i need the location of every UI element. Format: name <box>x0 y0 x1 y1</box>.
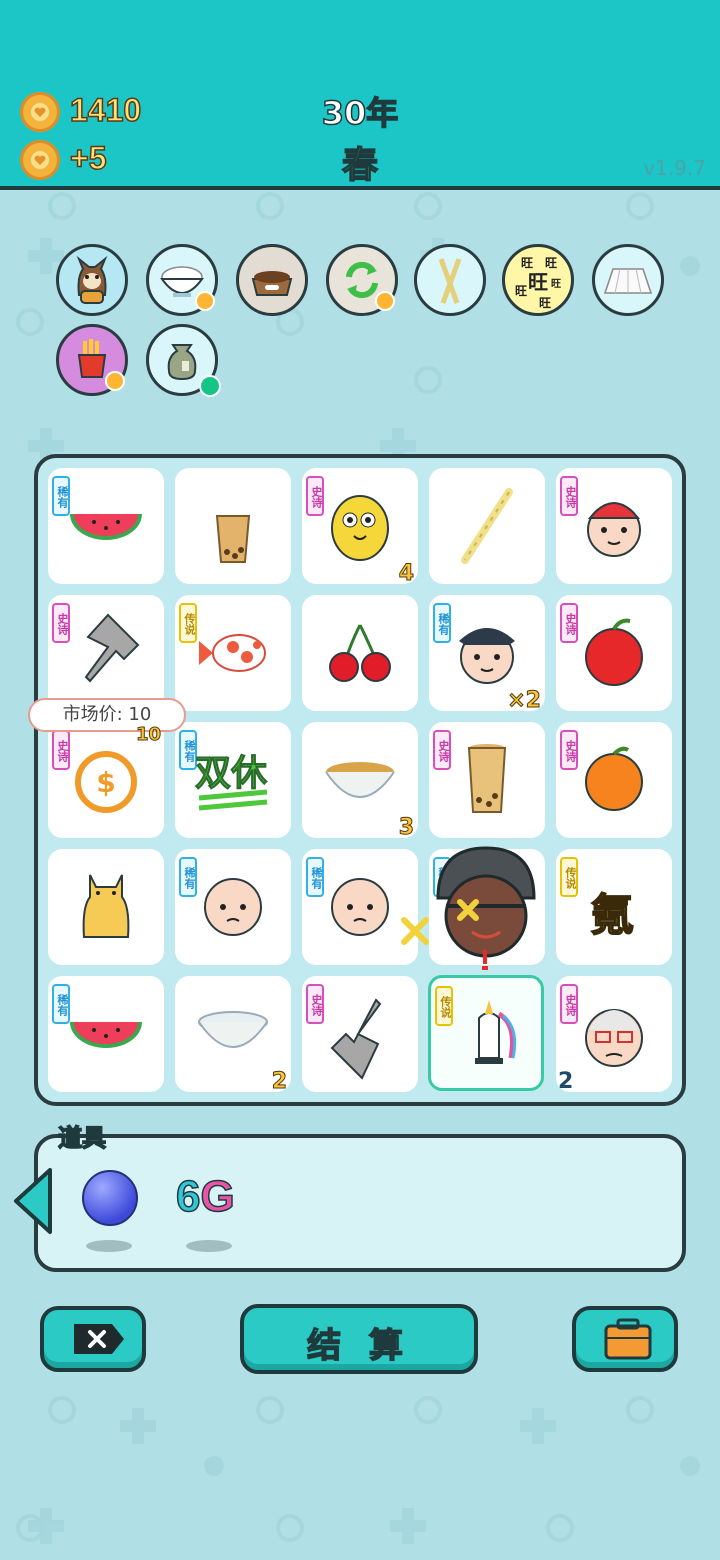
thief-character[interactable] <box>424 846 548 976</box>
svg-text:旺: 旺 <box>528 270 548 294</box>
board-cell-bubble-tea-tall[interactable]: 史诗 <box>429 722 545 838</box>
french-fries-icon[interactable] <box>56 324 128 396</box>
koi-fish-icon <box>199 634 266 672</box>
coin-refund-count: 10 <box>135 724 162 746</box>
board-cell-empty-bowl[interactable]: 2 <box>175 976 291 1095</box>
rarity-tag: 传说 <box>560 857 578 897</box>
briefcase-button[interactable] <box>572 1306 678 1372</box>
grandpa-icon <box>585 1009 643 1067</box>
item-count: 2 <box>558 1069 574 1094</box>
board-cell-orange[interactable]: 史诗 <box>556 722 672 838</box>
svg-text:旺: 旺 <box>521 256 533 270</box>
market-price-tooltip: 市场价: 10 <box>28 698 186 732</box>
shiba-dog-icon[interactable] <box>56 244 128 316</box>
board-cell-bald-man[interactable]: 稀有 <box>175 849 291 965</box>
close-icon <box>74 1324 124 1354</box>
trash-bag-icon[interactable] <box>146 324 221 397</box>
refresh-icon[interactable] <box>326 244 398 316</box>
bubble-tea-cup-icon <box>215 515 251 563</box>
pointing-hand-icon <box>330 998 382 1080</box>
pleated-skirt-icon[interactable] <box>592 244 664 316</box>
upgrade-badge <box>195 291 215 311</box>
version-label: v1.9.7 <box>643 156 706 180</box>
cherry-icon <box>329 624 391 682</box>
bubble-tea-tall-icon <box>467 744 507 813</box>
board-cell-soup-bowl[interactable]: 3 <box>302 722 418 841</box>
close-button[interactable] <box>40 1306 146 1372</box>
year-label: 30年 <box>321 93 399 133</box>
tools-title: 道具 <box>57 1123 107 1153</box>
6g-item[interactable]: 6G <box>175 1171 235 1222</box>
upgrade-badge <box>105 371 125 391</box>
straw-icon <box>461 488 513 564</box>
pointing-hand-icon <box>84 613 140 683</box>
board-cell-cat[interactable] <box>48 849 164 965</box>
board-cell-pointing-hand[interactable]: 史诗 <box>48 595 164 711</box>
board-cell-pointing-hand-2[interactable]: 史诗 <box>302 976 418 1092</box>
green-lines-icon <box>198 789 268 811</box>
krypton-label: 氪 <box>589 889 635 942</box>
season-label: 春 <box>341 144 379 187</box>
red-hat-kid-icon <box>587 502 641 557</box>
board-cell-watermelon-2[interactable]: 稀有 <box>48 976 164 1092</box>
item-shadow <box>86 1240 132 1252</box>
svg-text:旺: 旺 <box>551 278 561 290</box>
bald-man-icon <box>204 878 262 936</box>
board-cell-bubble-tea[interactable] <box>175 468 291 584</box>
svg-text:$: $ <box>96 766 115 799</box>
board-cell-koi[interactable]: 传说 <box>175 595 291 711</box>
watermelon-icon <box>70 1022 142 1048</box>
board-cell-watermelon[interactable]: 稀有 <box>48 468 164 584</box>
upgrade-badge <box>375 291 395 311</box>
board-cell-unicorn[interactable]: 传说 <box>428 975 544 1091</box>
board-cell-cherry[interactable] <box>302 595 418 711</box>
item-count: ×2 <box>507 688 542 714</box>
income-count: +5 <box>69 139 107 177</box>
item-count: 2 <box>271 1069 287 1095</box>
rice-bowl-icon[interactable] <box>146 244 218 316</box>
item-count: 4 <box>398 561 414 587</box>
board-cell-red-hat-kid[interactable]: 史诗 <box>556 468 672 584</box>
blue-orb-item[interactable] <box>82 1170 138 1226</box>
item-shadow <box>186 1240 232 1252</box>
board-cell-apple[interactable]: 史诗 <box>556 595 672 711</box>
board-cell-police[interactable]: 稀有 ×2 <box>429 595 545 714</box>
svg-text:旺: 旺 <box>545 256 557 270</box>
item-count: 3 <box>398 815 414 841</box>
svg-text:旺: 旺 <box>539 296 551 310</box>
orange-icon <box>585 746 643 811</box>
wang-wang-icon[interactable]: 旺 旺旺 旺旺 旺 <box>502 244 574 316</box>
svg-text:旺: 旺 <box>515 284 527 298</box>
coin-count: 1410 <box>69 91 142 129</box>
briefcase-icon <box>604 1318 652 1360</box>
scroll-left-icon[interactable] <box>10 1166 56 1236</box>
apple-icon <box>585 618 643 686</box>
dog-food-bowl-icon[interactable] <box>236 244 308 316</box>
board-cell-straw[interactable] <box>429 468 545 584</box>
unicorn-icon <box>475 1000 517 1064</box>
board-cell-grandpa[interactable]: 史诗 2 <box>556 976 672 1094</box>
coin-icon <box>20 92 60 132</box>
settle-label: 结 算 <box>306 1325 411 1367</box>
board-cell-double-rest[interactable]: 稀有 双休 <box>175 722 291 838</box>
board-cell-krypton[interactable]: 传说 氪 <box>556 849 672 965</box>
watermelon-icon <box>70 514 142 540</box>
chopsticks-icon[interactable] <box>414 244 486 316</box>
cat-icon <box>82 874 130 938</box>
income-coin-icon <box>20 140 60 180</box>
cross-mark-icon <box>401 917 429 945</box>
board-cell-yellow-chick[interactable]: 史诗 4 <box>302 468 418 587</box>
settle-button[interactable]: 结 算 <box>240 1304 478 1374</box>
top-header: 1410 +5 30年 春 v1.9.7 <box>0 0 720 190</box>
status-dot <box>199 375 221 397</box>
